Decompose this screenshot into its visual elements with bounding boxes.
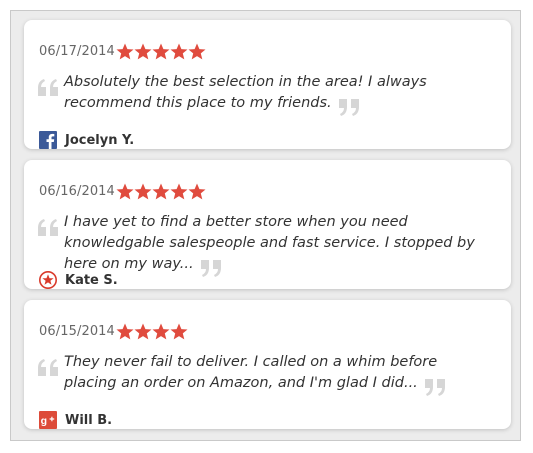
reviews-panel: 06/17/2014 Absolutely the best selection… — [10, 10, 521, 441]
review-card: 06/17/2014 Absolutely the best selection… — [24, 20, 511, 149]
star-icon — [134, 43, 152, 60]
author-name: Will B. — [65, 412, 113, 428]
star-rating — [116, 183, 206, 200]
star-icon — [116, 323, 134, 340]
review-author: g Will B. — [39, 410, 112, 430]
star-icon — [170, 43, 188, 60]
review-author: Jocelyn Y. — [39, 130, 134, 150]
review-date: 06/16/2014 — [39, 184, 115, 199]
open-quote-icon — [38, 359, 58, 376]
author-name: Jocelyn Y. — [65, 132, 135, 148]
star-icon — [116, 43, 134, 60]
review-author: Kate S. — [39, 270, 118, 290]
review-text: I have yet to find a better store when y… — [64, 214, 475, 272]
open-quote-icon — [38, 219, 58, 236]
star-icon — [170, 183, 188, 200]
review-card: 06/16/2014 I have yet to find a better s… — [24, 160, 511, 289]
close-quote-icon — [200, 260, 221, 277]
star-icon — [170, 323, 188, 340]
open-quote-icon — [38, 79, 58, 96]
review-text: They never fail to deliver. I called on … — [64, 354, 438, 391]
star-badge-icon[interactable] — [39, 271, 57, 289]
close-quote-icon — [338, 99, 359, 116]
star-icon — [152, 43, 170, 60]
star-rating — [116, 323, 188, 340]
google-plus-icon[interactable]: g — [39, 411, 57, 429]
star-icon — [188, 43, 206, 60]
star-icon — [134, 323, 152, 340]
star-icon — [188, 183, 206, 200]
review-text: Absolutely the best selection in the are… — [64, 74, 427, 111]
review-date: 06/15/2014 — [39, 324, 115, 339]
facebook-icon[interactable] — [39, 131, 57, 149]
star-icon — [116, 183, 134, 200]
star-icon — [134, 183, 152, 200]
review-card: 06/15/2014 They never fail to deliver. I… — [24, 300, 511, 429]
close-quote-icon — [424, 379, 445, 396]
star-icon — [152, 183, 170, 200]
star-icon — [152, 323, 170, 340]
star-rating — [116, 43, 206, 60]
author-name: Kate S. — [65, 272, 118, 288]
svg-text:g: g — [41, 415, 47, 427]
review-date: 06/17/2014 — [39, 44, 115, 59]
